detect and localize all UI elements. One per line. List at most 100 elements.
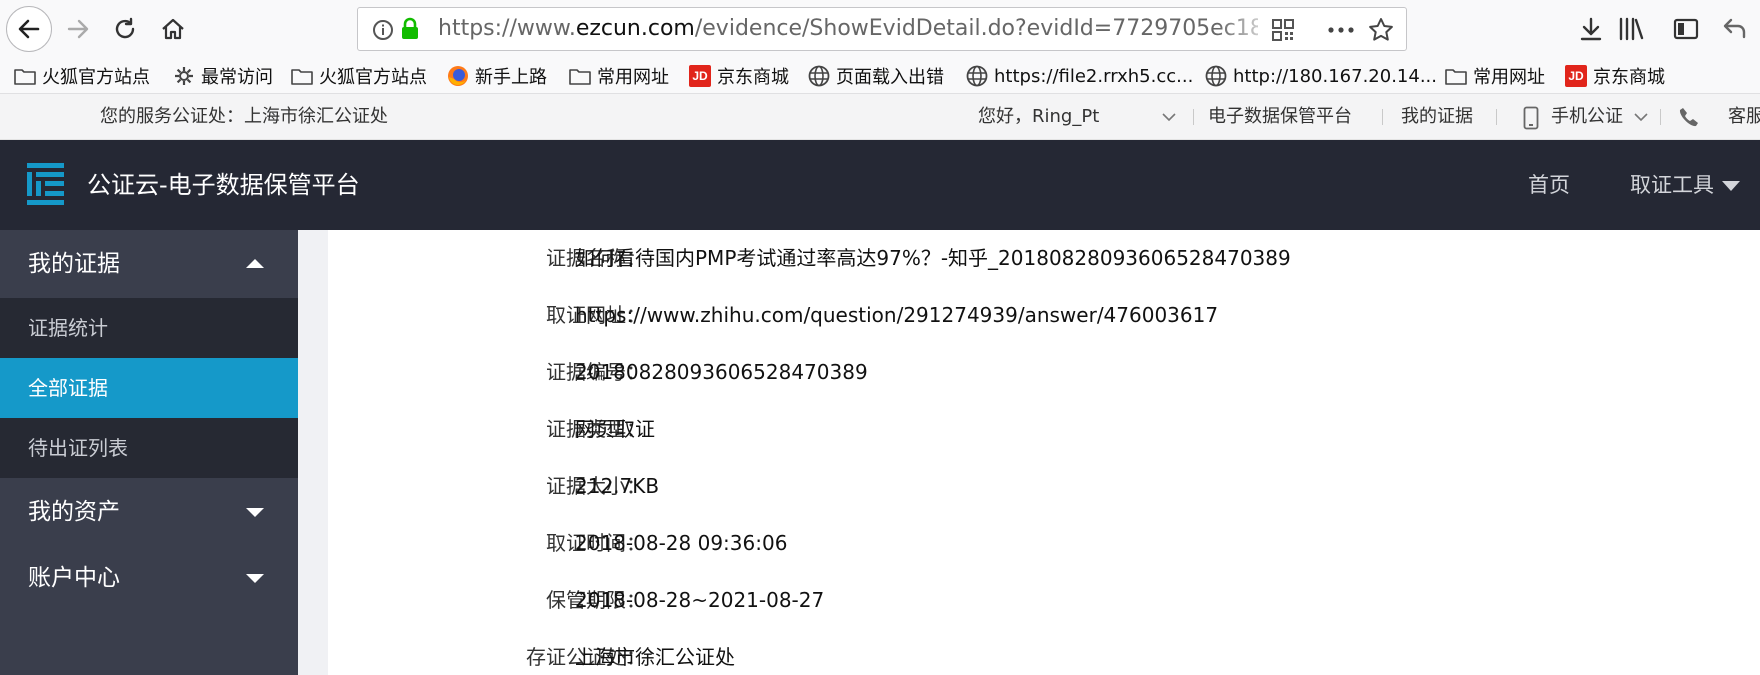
bookmark-label: 最常访问 bbox=[201, 67, 273, 88]
my-evidence-link[interactable]: 我的证据 bbox=[1401, 94, 1473, 140]
bookmark-item[interactable]: 火狐官方站点 bbox=[14, 58, 150, 94]
sidebar-item-label: 全部证据 bbox=[28, 376, 108, 400]
library-button[interactable] bbox=[1610, 8, 1652, 50]
downloads-button[interactable] bbox=[1570, 8, 1612, 50]
user-greeting[interactable]: 您好，Ring_Pt bbox=[978, 94, 1099, 140]
bookmark-item[interactable]: JD 京东商城 bbox=[689, 58, 789, 94]
globe-icon bbox=[808, 65, 830, 87]
home-icon bbox=[162, 18, 184, 40]
sidebar-group-account[interactable]: 账户中心 bbox=[0, 544, 298, 612]
phone-icon bbox=[1679, 108, 1698, 127]
bookmark-label: 京东商城 bbox=[1593, 67, 1665, 88]
arrow-right-icon bbox=[67, 19, 89, 39]
globe-icon bbox=[1205, 65, 1227, 87]
folder-icon bbox=[1445, 65, 1467, 87]
firefox-icon bbox=[447, 65, 469, 87]
gear-icon bbox=[173, 65, 195, 87]
detail-value: 20180828093606528470389 bbox=[575, 360, 868, 384]
bookmark-item[interactable]: 页面载入出错 bbox=[808, 58, 944, 94]
detail-row: 证据大小： 212.7KB bbox=[328, 458, 1760, 515]
bookmark-label: 京东商城 bbox=[717, 67, 789, 88]
divider bbox=[1193, 109, 1194, 125]
url-text[interactable]: https://www.ezcun.com/evidence/ShowEvidD… bbox=[438, 8, 1258, 50]
bookmarks-bar: 火狐官方站点 最常访问 火狐官方站点 新手上路 常用网址 JD 京东商城 页面载… bbox=[0, 58, 1760, 94]
bookmark-item[interactable]: https://file2.rrxh5.cc... bbox=[966, 58, 1193, 94]
sidebar-item-all-evidence[interactable]: 全部证据 bbox=[0, 358, 298, 418]
sidebar-item-stats[interactable]: 证据统计 bbox=[0, 298, 298, 358]
caret-down-icon bbox=[246, 508, 264, 517]
folder-icon bbox=[569, 65, 591, 87]
address-bar[interactable]: https://www.ezcun.com/evidence/ShowEvidD… bbox=[357, 7, 1407, 51]
sidebar-item-label: 证据统计 bbox=[28, 316, 108, 340]
sidebar-group-label: 我的证据 bbox=[28, 251, 120, 277]
detail-row: 证据类型： 网页取证 bbox=[328, 401, 1760, 458]
bookmark-item[interactable]: 火狐官方站点 bbox=[291, 58, 427, 94]
undo-button[interactable] bbox=[1714, 8, 1756, 50]
detail-value: 2018-08-28 09:36:06 bbox=[575, 531, 788, 555]
nav-home[interactable]: 首页 bbox=[1528, 140, 1570, 230]
detail-value: 上海市徐汇公证处 bbox=[575, 645, 735, 669]
main-content: 证据名称： 如何看待国内PMP考试通过率高达97%？-知乎_2018082809… bbox=[298, 230, 1760, 675]
detail-value: https://www.zhihu.com/question/291274939… bbox=[575, 303, 1219, 327]
detail-value: 212.7KB bbox=[575, 474, 660, 498]
detail-row: 取证时间： 2018-08-28 09:36:06 bbox=[328, 515, 1760, 572]
customer-service-link[interactable]: 客服 bbox=[1728, 94, 1760, 140]
bookmark-label: 常用网址 bbox=[597, 67, 669, 88]
site-logo[interactable] bbox=[27, 163, 64, 205]
mobile-notary-link[interactable]: 手机公证 bbox=[1551, 94, 1623, 140]
bookmark-label: 常用网址 bbox=[1473, 67, 1545, 88]
reload-button[interactable] bbox=[104, 8, 146, 50]
sidebar: 我的证据 证据统计 全部证据 待出证列表 我的资产 账户中心 bbox=[0, 230, 298, 675]
sidebar-toggle-button[interactable] bbox=[1665, 8, 1707, 50]
nav-tools[interactable]: 取证工具 bbox=[1630, 140, 1714, 230]
sidebar-group-my-evidence[interactable]: 我的证据 bbox=[0, 230, 298, 298]
info-icon[interactable] bbox=[372, 19, 394, 41]
chevron-down-icon[interactable] bbox=[1634, 113, 1648, 122]
library-icon bbox=[1619, 17, 1644, 41]
bookmark-label: 火狐官方站点 bbox=[319, 67, 427, 88]
detail-row: 证据编号： 20180828093606528470389 bbox=[328, 344, 1760, 401]
sidebar-group-assets[interactable]: 我的资产 bbox=[0, 478, 298, 546]
detail-value: 网页取证 bbox=[575, 417, 655, 441]
folder-icon bbox=[291, 65, 313, 87]
divider bbox=[1382, 109, 1383, 125]
bookmark-item[interactable]: JD 京东商城 bbox=[1565, 58, 1665, 94]
bookmark-label: 页面载入出错 bbox=[836, 67, 944, 88]
jd-icon: JD bbox=[1565, 65, 1587, 87]
caret-down-icon[interactable] bbox=[1722, 181, 1740, 191]
mobile-phone-icon bbox=[1523, 106, 1539, 130]
evidence-detail-panel: 证据名称： 如何看待国内PMP考试通过率高达97%？-知乎_2018082809… bbox=[328, 230, 1760, 675]
bookmark-item[interactable]: 新手上路 bbox=[447, 58, 547, 94]
caret-up-icon bbox=[246, 259, 264, 268]
detail-row: 保管期限： 2018-08-28~2021-08-27 bbox=[328, 572, 1760, 629]
bookmark-label: https://file2.rrxh5.cc... bbox=[994, 65, 1194, 87]
qr-code-icon[interactable] bbox=[1271, 18, 1295, 42]
more-icon[interactable] bbox=[1328, 27, 1354, 33]
home-button[interactable] bbox=[152, 8, 194, 50]
forward-button[interactable] bbox=[57, 8, 99, 50]
bookmark-item[interactable]: 常用网址 bbox=[569, 58, 669, 94]
sidebar-group-label: 账户中心 bbox=[28, 565, 120, 591]
detail-row: 取证网址： https://www.zhihu.com/question/291… bbox=[328, 287, 1760, 344]
reload-icon bbox=[115, 17, 135, 39]
chevron-down-icon[interactable] bbox=[1162, 113, 1176, 122]
site-title: 公证云-电子数据保管平台 bbox=[87, 171, 360, 199]
caret-down-icon bbox=[246, 574, 264, 583]
lock-icon bbox=[402, 17, 418, 39]
folder-icon bbox=[14, 65, 36, 87]
url-fade bbox=[1218, 10, 1278, 50]
sidebar-item-pending[interactable]: 待出证列表 bbox=[0, 418, 298, 478]
platform-link[interactable]: 电子数据保管平台 bbox=[1208, 94, 1352, 140]
star-icon[interactable] bbox=[1368, 17, 1394, 43]
back-button[interactable] bbox=[6, 6, 52, 52]
arrow-left-icon bbox=[18, 19, 40, 39]
site-info-bar: 您的服务公证处：上海市徐汇公证处 您好，Ring_Pt 电子数据保管平台 我的证… bbox=[0, 94, 1760, 140]
browser-toolbar: https://www.ezcun.com/evidence/ShowEvidD… bbox=[0, 0, 1760, 58]
bookmark-item[interactable]: 最常访问 bbox=[173, 58, 273, 94]
bookmark-item[interactable]: 常用网址 bbox=[1445, 58, 1545, 94]
divider bbox=[1660, 109, 1661, 125]
bookmark-label: 新手上路 bbox=[475, 67, 547, 88]
bookmark-label: http://180.167.20.14... bbox=[1233, 65, 1437, 87]
bookmark-item[interactable]: http://180.167.20.14... bbox=[1205, 58, 1437, 94]
jd-icon: JD bbox=[689, 65, 711, 87]
